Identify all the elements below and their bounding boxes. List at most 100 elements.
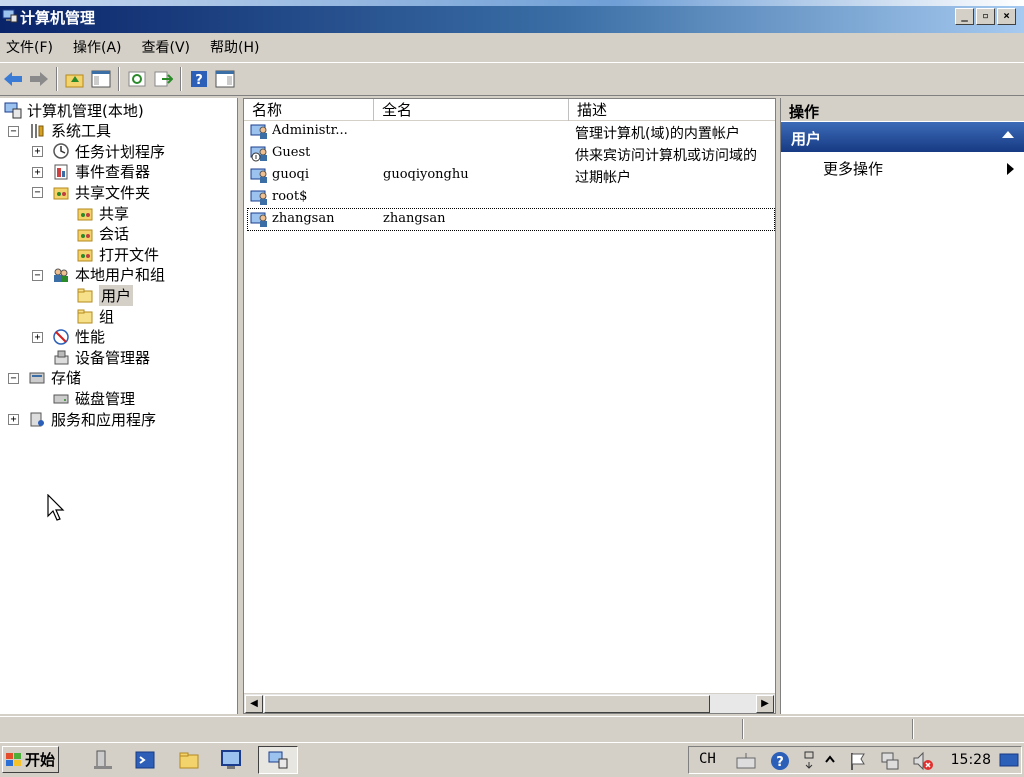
title-bar[interactable]: 计算机管理 _ ▫ × — [0, 0, 1024, 33]
tree-item[interactable]: 共享 — [76, 203, 129, 223]
users-list[interactable]: 名称 全名 描述 Administr... 管理计算机(域)的内置帐户 Guest 供… — [243, 98, 776, 714]
show-action-pane-button[interactable] — [214, 68, 236, 90]
list-row[interactable]: guoqi guoqiyonghu 过期帐户 — [248, 165, 774, 186]
tree-item-label: 打开文件 — [99, 245, 160, 264]
list-row[interactable]: Guest 供来宾访问计算机或访问域的 — [248, 143, 774, 164]
status-divider — [742, 719, 744, 739]
expand-icon[interactable]: + — [32, 331, 43, 343]
language-indicator[interactable]: CH — [699, 751, 716, 767]
folder-icon — [77, 309, 93, 324]
collapse-icon[interactable]: − — [8, 125, 19, 137]
keyboard-icon[interactable] — [735, 751, 757, 771]
tree-item[interactable]: 事件查看器 — [52, 162, 150, 182]
list-row[interactable]: Administr... 管理计算机(域)的内置帐户 — [248, 121, 774, 142]
toolbar-separator — [118, 67, 120, 91]
window-title: 计算机管理 — [20, 9, 96, 27]
forward-arrow-icon — [30, 72, 48, 86]
collapse-icon[interactable]: − — [32, 269, 43, 281]
tree-item[interactable]: 服务和应用程序 — [28, 409, 156, 429]
list-cell-description: 管理计算机(域)的内置帐户 — [575, 126, 740, 142]
system-tray: CH ? 15:28 — [688, 746, 1022, 774]
export-icon — [154, 71, 173, 87]
tree-item[interactable]: 任务计划程序 — [52, 141, 165, 161]
expand-icon[interactable]: + — [32, 166, 43, 178]
expand-icon[interactable]: + — [32, 146, 43, 158]
start-label: 开始 — [25, 751, 56, 769]
close-button[interactable]: × — [997, 8, 1016, 25]
list-cell-fullname: guoqiyonghu — [383, 167, 469, 182]
network-icon[interactable] — [879, 750, 901, 772]
tree-item-label: 本地用户和组 — [75, 266, 166, 285]
list-cell-name: zhangsan — [272, 211, 335, 226]
toolbar: ? — [0, 62, 1024, 96]
menu-bar: 文件(F) 操作(A) 查看(V) 帮助(H) — [0, 33, 1024, 61]
users-icon — [54, 268, 68, 282]
horizontal-scrollbar[interactable]: ◀ ▶ — [244, 693, 775, 713]
services-icon — [30, 412, 44, 427]
refresh-button[interactable] — [126, 68, 148, 90]
list-cell-fullname: zhangsan — [383, 211, 446, 226]
tree-item[interactable]: 本地用户和组 — [52, 265, 165, 285]
tree-item[interactable]: 会话 — [76, 224, 129, 244]
action-section-label: 用户 — [791, 130, 822, 148]
collapse-icon[interactable]: − — [32, 187, 43, 199]
expand-icon[interactable]: + — [8, 414, 19, 425]
explorer-folder-icon[interactable] — [178, 749, 200, 771]
help-tray-icon[interactable]: ? — [769, 750, 791, 772]
tree-item[interactable]: 设备管理器 — [52, 347, 150, 367]
menu-help[interactable]: 帮助(H) — [210, 37, 259, 57]
restore-button[interactable]: ▫ — [976, 8, 995, 25]
volume-muted-icon[interactable] — [911, 750, 935, 772]
action-section-users[interactable]: 用户 — [781, 122, 1024, 152]
shared-folder-icon — [53, 187, 69, 200]
show-hidden-icons-icon[interactable] — [823, 752, 837, 768]
clock[interactable]: 15:28 — [951, 752, 991, 768]
help-icon: ? — [191, 71, 207, 88]
scroll-right-button[interactable]: ▶ — [756, 695, 774, 713]
action-center-flag-icon[interactable] — [847, 750, 869, 772]
show-hide-tree-button[interactable] — [90, 68, 112, 90]
menu-action[interactable]: 操作(A) — [73, 37, 122, 57]
collapse-icon[interactable]: − — [8, 372, 19, 384]
back-button[interactable] — [2, 68, 24, 90]
help-button[interactable]: ? — [188, 68, 210, 90]
tree-item[interactable]: 系统工具 — [28, 121, 111, 141]
up-level-button[interactable] — [64, 68, 86, 90]
menu-view[interactable]: 查看(V) — [142, 37, 191, 57]
list-row[interactable]: root$ — [248, 187, 774, 208]
computer-management-icon — [4, 102, 22, 119]
computer-icon[interactable] — [220, 749, 242, 771]
export-list-button[interactable] — [152, 68, 174, 90]
tree-item[interactable]: 打开文件 — [76, 244, 159, 264]
list-row[interactable]: zhangsan zhangsan — [247, 208, 775, 231]
tree-item[interactable]: 组 — [76, 306, 114, 326]
minimize-button[interactable]: _ — [955, 8, 974, 25]
tree-item[interactable]: 存储 — [28, 368, 81, 388]
column-header-fullname[interactable]: 全名 — [374, 99, 569, 121]
tray-switch-icon[interactable] — [803, 750, 815, 772]
scroll-thumb[interactable] — [264, 695, 710, 713]
menu-file[interactable]: 文件(F) — [6, 37, 53, 57]
column-header-description[interactable]: 描述 — [569, 99, 775, 121]
user-icon — [250, 168, 267, 183]
task-computer-management[interactable] — [258, 746, 298, 774]
tree-item[interactable]: 计算机管理(本地) — [4, 100, 144, 120]
tree-item[interactable]: 共享文件夹 — [52, 182, 150, 202]
mouse-cursor-icon — [47, 494, 65, 521]
show-desktop-icon[interactable] — [999, 753, 1019, 769]
server-manager-icon[interactable] — [92, 749, 114, 771]
scroll-left-button[interactable]: ◀ — [245, 695, 263, 713]
more-actions-item[interactable]: 更多操作 — [781, 152, 1024, 182]
tree-item[interactable]: 磁盘管理 — [52, 388, 135, 408]
powershell-icon[interactable] — [134, 749, 156, 771]
action-pane: 操作 用户 更多操作 — [780, 98, 1024, 714]
user-icon — [250, 212, 267, 227]
tree-item[interactable]: 用户 — [76, 284, 134, 306]
event-viewer-icon — [54, 164, 68, 180]
start-button[interactable]: 开始 — [2, 746, 59, 773]
forward-button[interactable] — [28, 68, 50, 90]
console-tree[interactable]: 计算机管理(本地) 系统工具 − 任务计划程序 + 事件查看器 + 共享文件夹 − 共享 会话 打开文… — [0, 98, 238, 714]
shared-folder-icon — [77, 229, 93, 242]
tree-item[interactable]: 性能 — [52, 327, 105, 347]
column-header-name[interactable]: 名称 — [244, 99, 374, 121]
